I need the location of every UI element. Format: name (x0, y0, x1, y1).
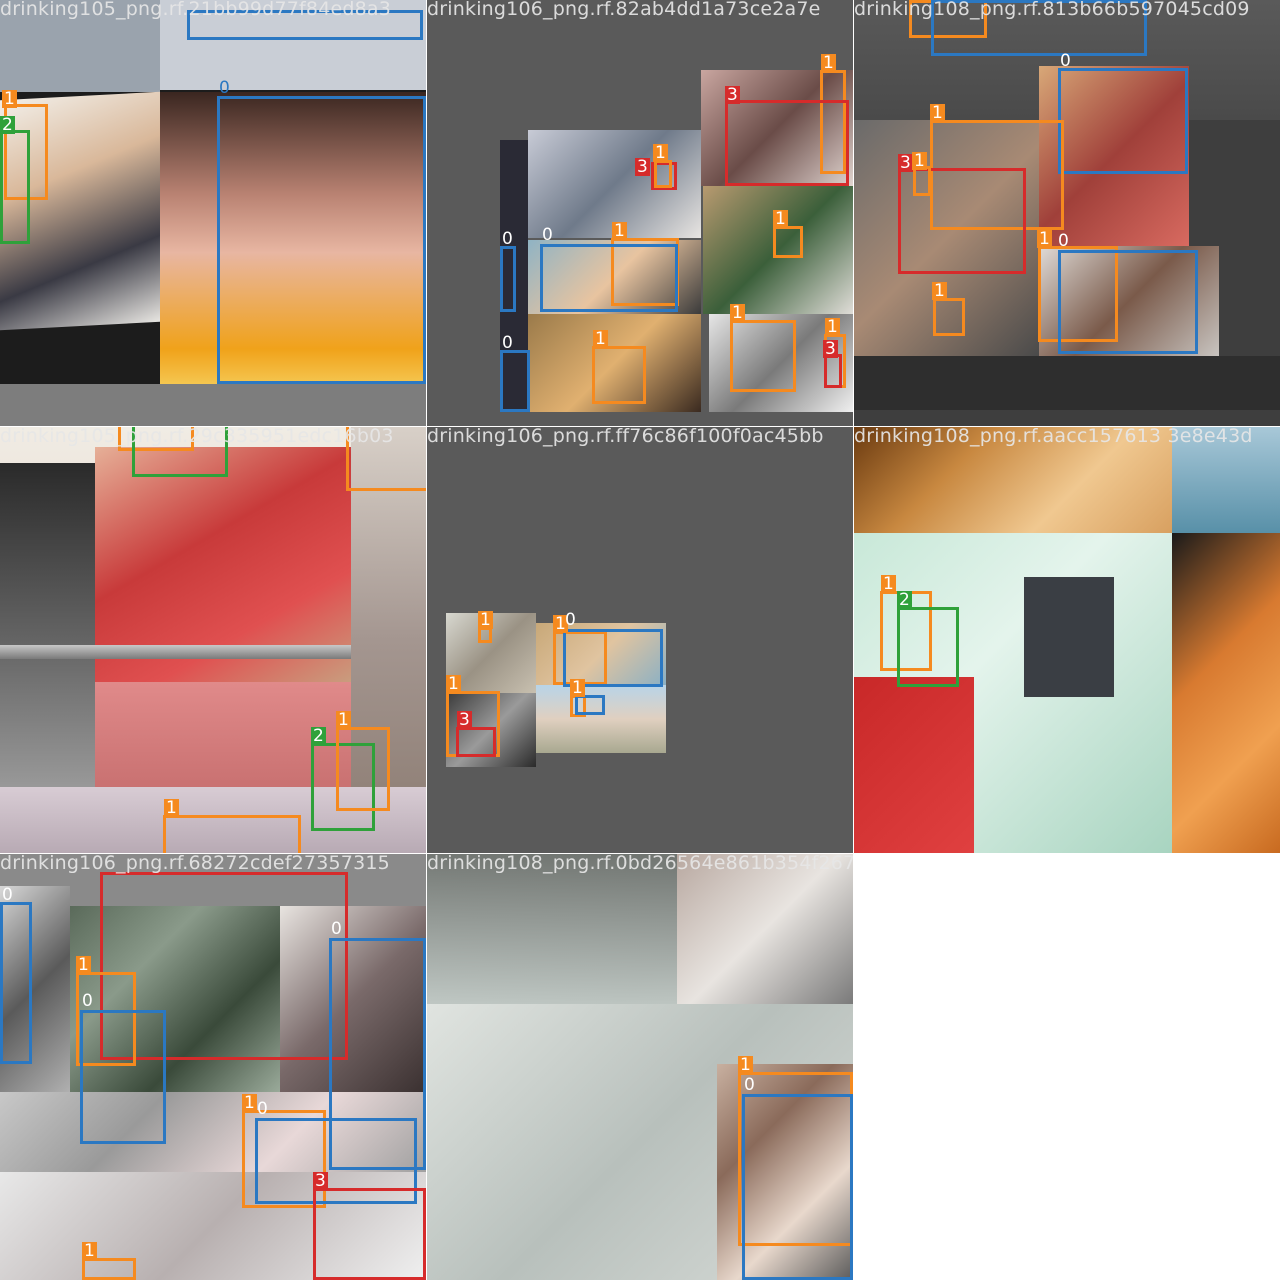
bbox (725, 100, 849, 186)
bbox-label: 0 (257, 1099, 268, 1119)
bbox-label: 1 (930, 103, 945, 123)
bbox (82, 1258, 136, 1280)
bbox-label: 0 (502, 229, 513, 249)
bbox (0, 130, 30, 244)
bbox (163, 815, 301, 853)
bbox (456, 727, 496, 757)
bbox-label: 1 (1037, 229, 1052, 249)
image-patch (1172, 533, 1280, 853)
tile-filename: drinking105_png.rf.21bb99d77f84ed8a3 (0, 0, 392, 20)
bbox-label: 1 (593, 329, 608, 349)
bbox-label: 3 (898, 153, 913, 173)
bbox-label: 3 (725, 85, 740, 105)
bbox (730, 320, 796, 392)
bbox (773, 226, 803, 258)
bbox (897, 607, 959, 687)
bbox-label: 1 (912, 151, 927, 171)
image-patch (677, 854, 853, 1004)
bbox-label: 0 (2, 885, 13, 905)
bbox-label: 2 (311, 726, 326, 746)
bbox-label: 1 (82, 1241, 97, 1261)
bbox-label: 1 (881, 574, 896, 594)
bbox-label: 0 (219, 78, 230, 98)
bbox-label: 3 (313, 1171, 328, 1191)
bbox-label: 3 (635, 157, 650, 177)
bbox-label: 1 (570, 678, 585, 698)
bbox-label: 1 (932, 281, 947, 301)
bbox-label: 0 (82, 991, 93, 1011)
bbox (336, 727, 390, 811)
bbox (575, 695, 605, 715)
bbox (592, 346, 646, 404)
mosaic-grid: drinking105_png.rf.21bb99d77f84ed8a3 1 2… (0, 0, 1280, 1280)
bbox-label: 2 (0, 115, 15, 135)
image-patch (0, 645, 351, 659)
bbox (1058, 250, 1198, 354)
bbox-label: 2 (897, 590, 912, 610)
bbox (1058, 68, 1188, 174)
image-patch (0, 384, 426, 426)
bbox-label: 1 (2, 89, 17, 109)
bbox-label: 1 (612, 221, 627, 241)
bbox-label: 1 (446, 674, 461, 694)
bbox-label: 1 (773, 209, 788, 229)
bbox-label: 0 (502, 333, 513, 353)
bbox-label: 1 (478, 610, 493, 630)
bbox (824, 354, 842, 388)
bbox (217, 96, 426, 384)
tile-filename: drinking106_png.rf.68272cdef27357315 (0, 854, 390, 874)
bbox-label: 0 (744, 1075, 755, 1095)
bbox-label: 0 (542, 225, 553, 245)
bbox-label: 1 (76, 955, 91, 975)
bbox-label: 1 (825, 317, 840, 337)
tile-filename: drinking108_png.rf.aacc157613 3e8e43d (854, 427, 1253, 447)
tile-8: drinking108_png.rf.0bd26564e861b354f267e… (427, 854, 853, 1280)
bbox (933, 298, 965, 336)
bbox (654, 160, 672, 188)
tile-filename: drinking106_png.rf.ff76c86f100f0ac45bb (427, 427, 824, 447)
bbox-label: 3 (823, 339, 838, 359)
bbox-label: 0 (565, 610, 576, 630)
bbox-label: 1 (164, 798, 179, 818)
tile-2: drinking106_png.rf.82ab4dd1a73ce2a7e 1 3… (427, 0, 853, 426)
tile-7: drinking106_png.rf.68272cdef27357315 0 1… (0, 854, 426, 1280)
tile-6: drinking108_png.rf.aacc157613 3e8e43d 1 … (854, 427, 1280, 853)
bbox-label: 0 (1060, 51, 1071, 71)
image-patch (1024, 577, 1114, 697)
tile-filename: drinking108_png.rf.813b66b597045cd09 (854, 0, 1250, 20)
bbox-label: 1 (821, 53, 836, 73)
bbox (540, 244, 678, 312)
bbox (742, 1094, 853, 1280)
bbox (313, 1188, 426, 1280)
bbox-label: 0 (1058, 231, 1069, 251)
bbox (80, 1010, 166, 1144)
tile-filename: drinking108_png.rf.0bd26564e861b354f267e (427, 854, 853, 874)
bbox (500, 350, 530, 412)
bbox-label: 1 (738, 1055, 753, 1075)
bbox-label: 0 (331, 919, 342, 939)
bbox-label: 3 (457, 710, 472, 730)
bbox (0, 902, 32, 1064)
tile-1: drinking105_png.rf.21bb99d77f84ed8a3 1 2… (0, 0, 426, 426)
bbox (500, 246, 516, 312)
bbox-label: 1 (730, 303, 745, 323)
tile-4: drinking105_png.rf.29c335951edc16b03 1 2… (0, 427, 426, 853)
tile-5: drinking106_png.rf.ff76c86f100f0ac45bb 1… (427, 427, 853, 853)
tile-3: drinking108_png.rf.813b66b597045cd09 0 1… (854, 0, 1280, 426)
image-patch (854, 677, 974, 853)
bbox-label: 1 (336, 710, 351, 730)
bbox-label: 1 (653, 143, 668, 163)
image-patch (854, 356, 1280, 410)
tile-filename: drinking105_png.rf.29c335951edc16b03 (0, 427, 394, 447)
tile-filename: drinking106_png.rf.82ab4dd1a73ce2a7e (427, 0, 821, 20)
